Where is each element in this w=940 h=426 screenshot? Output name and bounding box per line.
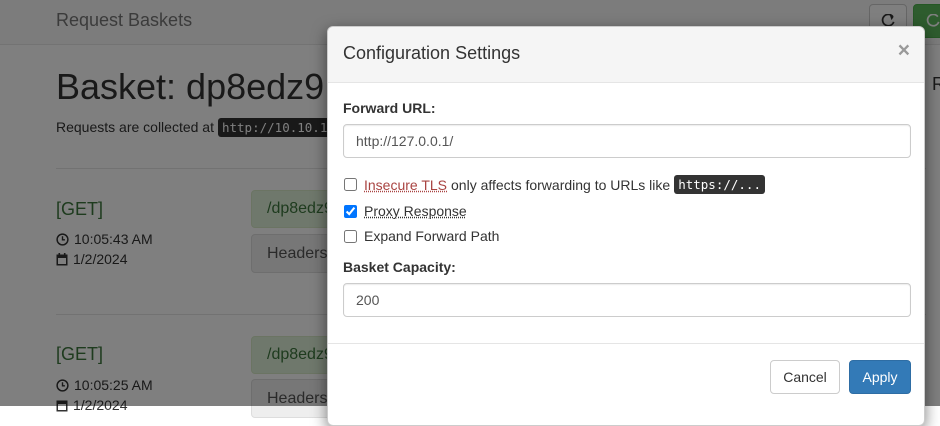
modal-body: Forward URL: Insecure TLS only affects f…: [328, 83, 924, 344]
modal-footer: Cancel Apply: [328, 344, 924, 426]
proxy-response-row: Proxy Response: [343, 203, 909, 219]
capacity-input[interactable]: [343, 283, 911, 317]
insecure-tls-row: Insecure TLS only affects forwarding to …: [343, 175, 909, 194]
insecure-tls-hint: only affects forwarding to URLs like: [451, 176, 671, 193]
proxy-response-label[interactable]: Proxy Response: [364, 203, 467, 219]
modal-title: Configuration Settings: [343, 43, 521, 63]
apply-button[interactable]: Apply: [849, 360, 911, 394]
proxy-response-checkbox[interactable]: [344, 204, 357, 218]
expand-path-label[interactable]: Expand Forward Path: [364, 228, 499, 244]
insecure-tls-code: https://...: [674, 175, 765, 194]
expand-path-checkbox[interactable]: [344, 229, 357, 243]
insecure-tls-label[interactable]: Insecure TLS: [364, 177, 447, 193]
forward-url-label: Forward URL:: [343, 100, 436, 116]
forward-url-input[interactable]: [343, 124, 911, 158]
close-icon[interactable]: ×: [898, 40, 910, 61]
insecure-tls-checkbox[interactable]: [344, 178, 357, 191]
expand-path-row: Expand Forward Path: [343, 228, 909, 244]
modal-header: Configuration Settings ×: [328, 27, 924, 83]
capacity-label: Basket Capacity:: [343, 259, 456, 275]
config-modal: Configuration Settings × Forward URL: In…: [327, 26, 925, 426]
cancel-button[interactable]: Cancel: [770, 360, 840, 394]
